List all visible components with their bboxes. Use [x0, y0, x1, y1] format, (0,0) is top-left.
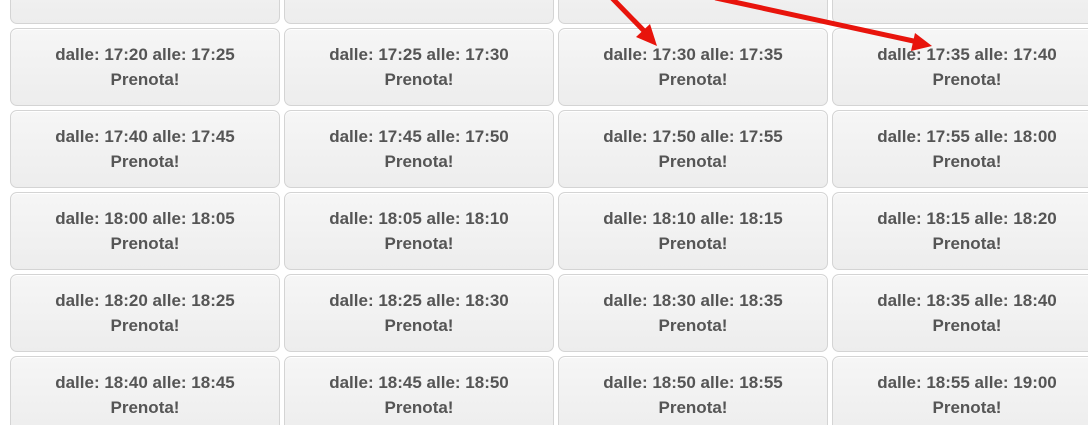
prenota-label: Prenota!: [384, 233, 454, 253]
time-slot-grid: dalle: 17:20 alle: 17:25 Prenota! dalle: …: [10, 0, 1088, 425]
slot-button-1750[interactable]: dalle: 17:50 alle: 17:55 Prenota!: [558, 110, 828, 188]
slot-button-1735[interactable]: dalle: 17:35 alle: 17:40 Prenota!: [832, 28, 1088, 106]
prenota-label: Prenota!: [110, 315, 180, 335]
prenota-label: Prenota!: [932, 69, 1002, 89]
slot-time: dalle: 18:45 alle: 18:50: [329, 372, 509, 392]
slot-time: dalle: 18:30 alle: 18:35: [603, 290, 783, 310]
slot-button-1820[interactable]: dalle: 18:20 alle: 18:25 Prenota!: [10, 274, 280, 352]
slot-button-1730[interactable]: dalle: 17:30 alle: 17:35 Prenota!: [558, 28, 828, 106]
prenota-label: Prenota!: [110, 397, 180, 417]
slot-button-1745[interactable]: dalle: 17:45 alle: 17:50 Prenota!: [284, 110, 554, 188]
prenota-label: Prenota!: [658, 69, 728, 89]
prenota-label: Prenota!: [110, 233, 180, 253]
slot-button-1815[interactable]: dalle: 18:15 alle: 18:20 Prenota!: [832, 192, 1088, 270]
slot-button-1850[interactable]: dalle: 18:50 alle: 18:55 Prenota!: [558, 356, 828, 425]
prenota-label: Prenota!: [658, 315, 728, 335]
slot-button-1835[interactable]: dalle: 18:35 alle: 18:40 Prenota!: [832, 274, 1088, 352]
prenota-label: Prenota!: [932, 233, 1002, 253]
slot-time: dalle: 17:50 alle: 17:55: [603, 126, 783, 146]
slot-time: dalle: 17:40 alle: 17:45: [55, 126, 235, 146]
slot-button-1725[interactable]: dalle: 17:25 alle: 17:30 Prenota!: [284, 28, 554, 106]
slot-time: dalle: 18:15 alle: 18:20: [877, 208, 1057, 228]
prenota-label: Prenota!: [932, 151, 1002, 171]
prenota-label: Prenota!: [110, 69, 180, 89]
prenota-label: Prenota!: [658, 397, 728, 417]
slot-time: dalle: 18:00 alle: 18:05: [55, 208, 235, 228]
prenota-label: Prenota!: [384, 397, 454, 417]
slot-time: dalle: 17:45 alle: 17:50: [329, 126, 509, 146]
slot-button-1830[interactable]: dalle: 18:30 alle: 18:35 Prenota!: [558, 274, 828, 352]
slot-time: dalle: 18:10 alle: 18:15: [603, 208, 783, 228]
slot-button-1855[interactable]: dalle: 18:55 alle: 19:00 Prenota!: [832, 356, 1088, 425]
prenota-label: Prenota!: [110, 151, 180, 171]
slot-time: dalle: 18:40 alle: 18:45: [55, 372, 235, 392]
slot-button-1720[interactable]: dalle: 17:20 alle: 17:25 Prenota!: [10, 28, 280, 106]
slot-time: dalle: 18:35 alle: 18:40: [877, 290, 1057, 310]
slot-button-1845[interactable]: dalle: 18:45 alle: 18:50 Prenota!: [284, 356, 554, 425]
slot-button-1825[interactable]: dalle: 18:25 alle: 18:30 Prenota!: [284, 274, 554, 352]
slot-time: dalle: 17:25 alle: 17:30: [329, 44, 509, 64]
slot-button-1840[interactable]: dalle: 18:40 alle: 18:45 Prenota!: [10, 356, 280, 425]
prenota-label: Prenota!: [384, 69, 454, 89]
slot-time: dalle: 17:35 alle: 17:40: [877, 44, 1057, 64]
prenota-label: Prenota!: [932, 397, 1002, 417]
prenota-label: Prenota!: [384, 151, 454, 171]
prenota-label: Prenota!: [932, 315, 1002, 335]
slot-time: dalle: 17:20 alle: 17:25: [55, 44, 235, 64]
slot-button-1800[interactable]: dalle: 18:00 alle: 18:05 Prenota!: [10, 192, 280, 270]
slot-time: dalle: 18:25 alle: 18:30: [329, 290, 509, 310]
slot-time: dalle: 18:55 alle: 19:00: [877, 372, 1057, 392]
prenota-label: Prenota!: [658, 151, 728, 171]
slot-time: dalle: 17:30 alle: 17:35: [603, 44, 783, 64]
slot-time: dalle: 17:55 alle: 18:00: [877, 126, 1057, 146]
slot-time: dalle: 18:50 alle: 18:55: [603, 372, 783, 392]
slot-button-1810[interactable]: dalle: 18:10 alle: 18:15 Prenota!: [558, 192, 828, 270]
slot-button-partial[interactable]: [10, 0, 280, 24]
slot-button-1755[interactable]: dalle: 17:55 alle: 18:00 Prenota!: [832, 110, 1088, 188]
slot-time: dalle: 18:05 alle: 18:10: [329, 208, 509, 228]
slot-button-1805[interactable]: dalle: 18:05 alle: 18:10 Prenota!: [284, 192, 554, 270]
prenota-label: Prenota!: [384, 315, 454, 335]
slot-time: dalle: 18:20 alle: 18:25: [55, 290, 235, 310]
prenota-label: Prenota!: [658, 233, 728, 253]
booking-viewport: dalle: 17:20 alle: 17:25 Prenota! dalle: …: [0, 0, 1088, 425]
slot-button-partial[interactable]: [284, 0, 554, 24]
slot-button-1740[interactable]: dalle: 17:40 alle: 17:45 Prenota!: [10, 110, 280, 188]
slot-button-partial[interactable]: [558, 0, 828, 24]
slot-button-partial[interactable]: [832, 0, 1088, 24]
